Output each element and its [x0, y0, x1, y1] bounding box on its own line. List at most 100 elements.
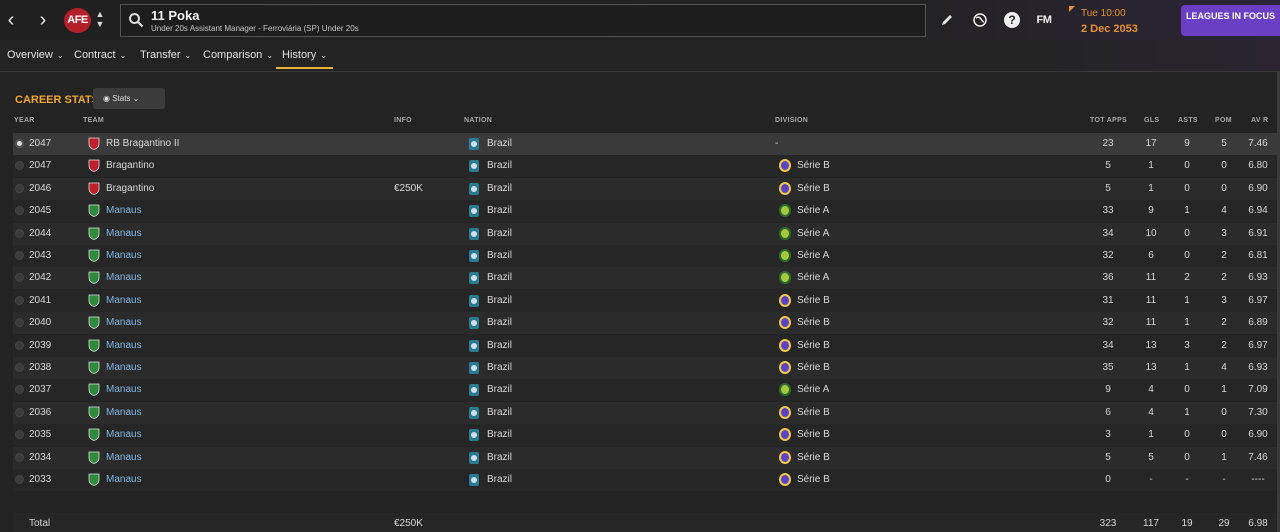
tab-transfer[interactable]: Transfer ⌄	[140, 49, 191, 61]
cell-team[interactable]: Manaus	[106, 429, 142, 440]
row-select-radio[interactable]	[15, 363, 24, 372]
cell-division[interactable]: Série B	[797, 407, 830, 418]
col-header-division[interactable]: DIVISION	[775, 117, 808, 124]
cell-team[interactable]: Manaus	[106, 452, 142, 463]
cell-nation[interactable]: Brazil	[487, 272, 512, 283]
row-select-radio[interactable]	[15, 385, 24, 395]
cell-nation[interactable]: Brazil	[487, 474, 512, 485]
leagues-in-focus-button[interactable]: LEAGUES IN FOCUS	[1181, 5, 1280, 36]
table-row[interactable]: 2035 Manaus Brazil Série B 3 1 0 0 6.90	[13, 424, 1277, 447]
edit-icon[interactable]	[937, 10, 957, 30]
row-select-radio[interactable]	[15, 318, 24, 328]
table-row[interactable]: 2047 Bragantino Brazil Série B 5 1 0 0 6.80	[13, 155, 1277, 178]
row-select-radio[interactable]	[15, 273, 24, 283]
cell-division[interactable]: Série B	[797, 474, 830, 485]
cell-team[interactable]: Manaus	[106, 384, 142, 395]
table-row[interactable]: 2041 Manaus Brazil Série B 31 11 1 3 6.97	[13, 289, 1277, 312]
tab-overview[interactable]: Overview ⌄	[7, 49, 64, 61]
col-header-year[interactable]: YEAR	[14, 117, 35, 124]
table-row[interactable]: 2043 Manaus Brazil Série A 32 6 0 2 6.81	[13, 245, 1277, 267]
cell-division[interactable]: Série A	[797, 384, 829, 395]
row-select-radio[interactable]	[15, 251, 24, 260]
col-header-info[interactable]: INFO	[394, 117, 412, 124]
table-row[interactable]: 2036 Manaus Brazil Série B 6 4 1 0 7.30	[13, 401, 1277, 424]
cell-division[interactable]: Série B	[797, 429, 830, 440]
col-header-apps[interactable]: TOT APPS	[1090, 117, 1127, 124]
cell-nation[interactable]: Brazil	[487, 407, 512, 418]
cell-team[interactable]: Manaus	[106, 250, 142, 261]
col-header-asts[interactable]: ASTS	[1178, 117, 1198, 124]
tab-comparison[interactable]: Comparison ⌄	[203, 49, 273, 61]
cell-nation[interactable]: Brazil	[487, 138, 512, 149]
cell-nation[interactable]: Brazil	[487, 384, 512, 395]
player-search-box[interactable]: 11 Poka Under 20s Assistant Manager - Fe…	[120, 4, 926, 37]
cell-division[interactable]: Série A	[797, 250, 829, 261]
cell-division[interactable]: Série A	[797, 205, 829, 216]
cell-nation[interactable]: Brazil	[487, 160, 512, 171]
row-select-radio[interactable]	[15, 475, 24, 484]
world-globe-icon[interactable]	[970, 10, 990, 30]
col-header-team[interactable]: TEAM	[83, 117, 104, 124]
cell-division[interactable]: Série B	[797, 183, 830, 194]
col-header-gls[interactable]: GLS	[1144, 117, 1159, 124]
table-row[interactable]: 2037 Manaus Brazil Série A 9 4 0 1 7.09	[13, 379, 1277, 402]
cell-division[interactable]: -	[775, 138, 778, 149]
cell-division[interactable]: Série B	[797, 452, 830, 463]
cell-nation[interactable]: Brazil	[487, 452, 512, 463]
fm-menu-icon[interactable]: FM	[1034, 10, 1054, 30]
table-row[interactable]: 2038 Manaus Brazil Série B 35 13 1 4 6.93	[13, 357, 1277, 379]
cell-nation[interactable]: Brazil	[487, 429, 512, 440]
cell-division[interactable]: Série B	[797, 362, 830, 373]
cell-nation[interactable]: Brazil	[487, 205, 512, 216]
row-select-radio[interactable]	[15, 430, 24, 440]
cell-team[interactable]: Manaus	[106, 340, 142, 351]
table-row[interactable]: 2045 Manaus Brazil Série A 33 9 1 4 6.94	[13, 200, 1277, 223]
cell-nation[interactable]: Brazil	[487, 317, 512, 328]
table-row[interactable]: 2040 Manaus Brazil Série B 32 11 1 2 6.89	[13, 312, 1277, 335]
tab-history[interactable]: History ⌄	[276, 49, 333, 69]
cell-division[interactable]: Série B	[797, 295, 830, 306]
cell-division[interactable]: Série B	[797, 160, 830, 171]
cell-nation[interactable]: Brazil	[487, 183, 512, 194]
col-header-avr[interactable]: AV R	[1251, 117, 1268, 124]
cell-team[interactable]: Manaus	[106, 407, 142, 418]
cell-nation[interactable]: Brazil	[487, 362, 512, 373]
back-arrow-icon[interactable]: ‹	[2, 10, 20, 30]
cell-team[interactable]: Manaus	[106, 317, 142, 328]
cell-team[interactable]: Manaus	[106, 272, 142, 283]
cell-nation[interactable]: Brazil	[487, 340, 512, 351]
cell-team[interactable]: Manaus	[106, 362, 142, 373]
club-crest[interactable]: AFE	[64, 8, 91, 33]
cell-nation[interactable]: Brazil	[487, 250, 512, 261]
row-select-radio[interactable]	[15, 407, 24, 417]
table-row[interactable]: 2044 Manaus Brazil Série A 34 10 0 3 6.91	[13, 222, 1277, 245]
table-row[interactable]: 2042 Manaus Brazil Série A 36 11 2 2 6.93	[13, 267, 1277, 290]
cell-team[interactable]: Manaus	[106, 205, 142, 216]
club-switch-icon[interactable]: ▲ ▼	[95, 9, 105, 29]
stats-view-button[interactable]: ◉ Stats ⌄	[93, 88, 165, 109]
row-select-radio[interactable]	[15, 161, 24, 171]
row-select-radio[interactable]	[15, 340, 24, 350]
row-select-radio[interactable]	[15, 206, 24, 216]
cell-nation[interactable]: Brazil	[487, 228, 512, 239]
row-select-radio[interactable]	[15, 295, 24, 305]
col-header-pom[interactable]: POM	[1215, 117, 1232, 124]
cell-division[interactable]: Série A	[797, 272, 829, 283]
cell-division[interactable]: Série B	[797, 340, 830, 351]
tab-contract[interactable]: Contract ⌄	[74, 49, 126, 61]
game-date[interactable]: Tue 10:00 2 Dec 2053	[1069, 4, 1169, 37]
table-row[interactable]: 2039 Manaus Brazil Série B 34 13 3 2 6.97	[13, 334, 1277, 357]
cell-team[interactable]: Manaus	[106, 228, 142, 239]
table-row[interactable]: 2033 Manaus Brazil Série B 0- - - ----	[13, 469, 1277, 491]
forward-arrow-icon[interactable]: ›	[34, 10, 52, 30]
row-select-radio[interactable]	[15, 228, 24, 238]
row-select-radio[interactable]	[15, 183, 24, 193]
cell-team[interactable]: Manaus	[106, 295, 142, 306]
row-select-radio[interactable]	[15, 139, 24, 148]
cell-division[interactable]: Série A	[797, 228, 829, 239]
table-row[interactable]: 2046 Bragantino €250K Brazil Série B 5 1 0 0 6.90	[13, 177, 1277, 200]
table-row[interactable]: 2034 Manaus Brazil Série B 5 5 0 1 7.46	[13, 446, 1277, 469]
table-row[interactable]: 2047 RB Bragantino II Brazil - 23 17 9 5 7.46	[13, 133, 1277, 155]
col-header-nation[interactable]: NATION	[464, 117, 492, 124]
cell-team[interactable]: Manaus	[106, 474, 142, 485]
